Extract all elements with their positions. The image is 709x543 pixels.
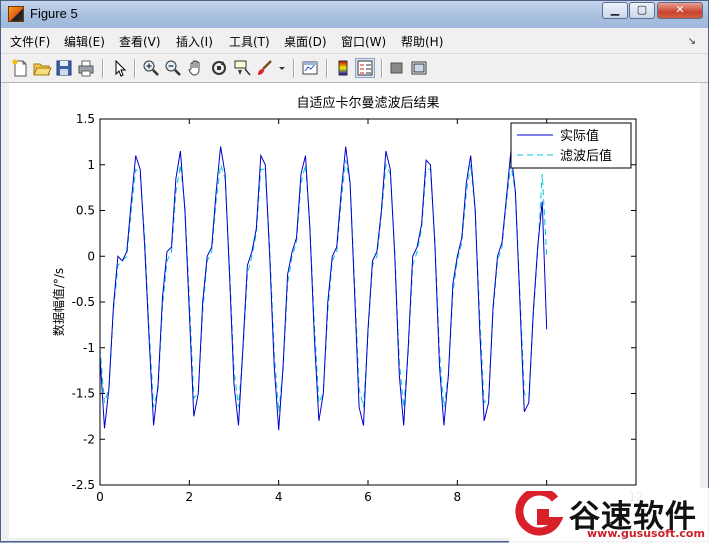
- legend-label-filtered: 滤波后值: [560, 148, 612, 164]
- data-cursor-icon[interactable]: [232, 58, 252, 78]
- save-icon[interactable]: [54, 58, 74, 78]
- y-tick-label: -2: [83, 432, 95, 446]
- y-tick-label: 0: [87, 249, 95, 263]
- plot-area: [100, 119, 636, 485]
- print-icon[interactable]: [76, 58, 96, 78]
- toolbar-separator: [102, 59, 104, 78]
- zoom-out-icon[interactable]: [163, 58, 183, 78]
- x-tick-label: 8: [454, 490, 462, 504]
- y-tick-label: 1.5: [76, 112, 95, 126]
- figure-canvas: 024681012 -2.5-2-1.5-1-0.500.511.5 自适应卡尔…: [9, 83, 700, 538]
- dock-arrow-icon[interactable]: ↘: [688, 36, 696, 47]
- toolbar-separator: [381, 59, 383, 78]
- watermark-logo: 谷速软件 www.gususoft.com: [509, 488, 709, 543]
- x-tick-label: 2: [186, 490, 194, 504]
- chevron-down-icon[interactable]: [277, 58, 287, 78]
- show-tools-icon[interactable]: [409, 58, 429, 78]
- y-tick-label: 1: [87, 158, 95, 172]
- maximize-button[interactable]: ▢: [629, 2, 655, 19]
- legend-label-actual: 实际值: [560, 128, 599, 144]
- menu-file[interactable]: 文件(F): [10, 33, 50, 50]
- x-tick-label: 4: [275, 490, 283, 504]
- folder-open-icon[interactable]: [32, 58, 52, 78]
- arrow-pointer-icon[interactable]: [109, 58, 129, 78]
- colorbar-icon[interactable]: [333, 58, 353, 78]
- figure-toolbar: [1, 53, 708, 83]
- rotate-3d-icon[interactable]: [209, 58, 229, 78]
- hide-tools-icon[interactable]: [387, 58, 407, 78]
- menu-edit[interactable]: 编辑(E): [64, 33, 105, 50]
- minimize-button[interactable]: ▁: [602, 2, 628, 19]
- title-bar[interactable]: Figure 5 ▁ ▢ ✕: [1, 1, 708, 28]
- y-tick-label: 0.5: [76, 204, 95, 218]
- zoom-in-icon[interactable]: [141, 58, 161, 78]
- chart-svg[interactable]: 024681012 -2.5-2-1.5-1-0.500.511.5 自适应卡尔…: [9, 83, 700, 538]
- y-tick-label: -0.5: [72, 295, 95, 309]
- watermark-url: www.gususoft.com: [587, 527, 705, 540]
- matlab-icon: [8, 6, 24, 22]
- figure-window: Figure 5 ▁ ▢ ✕ 文件(F) 编辑(E) 查看(V) 插入(I) 工…: [0, 0, 709, 543]
- y-tick-label: -2.5: [72, 478, 95, 492]
- toolbar-separator: [293, 59, 295, 78]
- gususoft-logo-icon: [515, 491, 563, 536]
- chart-title: 自适应卡尔曼滤波后结果: [296, 95, 439, 111]
- menu-view[interactable]: 查看(V): [119, 33, 161, 50]
- menu-tools[interactable]: 工具(T): [229, 33, 270, 50]
- window-title: Figure 5: [30, 6, 78, 21]
- menu-insert[interactable]: 插入(I): [176, 33, 213, 50]
- new-file-icon[interactable]: [10, 58, 30, 78]
- legend-box[interactable]: 实际值 滤波后值: [510, 122, 632, 169]
- menu-bar: 文件(F) 编辑(E) 查看(V) 插入(I) 工具(T) 桌面(D) 窗口(W…: [1, 28, 708, 53]
- close-button[interactable]: ✕: [657, 2, 703, 19]
- menu-window[interactable]: 窗口(W): [341, 33, 386, 50]
- toolbar-separator: [326, 59, 328, 78]
- y-axis-label: 数据幅值/°/s: [51, 268, 66, 336]
- link-plot-icon[interactable]: [300, 58, 320, 78]
- y-tick-label: -1: [83, 341, 95, 355]
- legend-icon[interactable]: [355, 58, 375, 78]
- x-tick-label: 6: [364, 490, 372, 504]
- toolbar-separator: [134, 59, 136, 78]
- hand-pan-icon[interactable]: [186, 58, 206, 78]
- x-tick-label: 0: [96, 490, 104, 504]
- brush-icon[interactable]: [255, 58, 275, 78]
- y-tick-label: -1.5: [72, 387, 95, 401]
- menu-help[interactable]: 帮助(H): [401, 33, 443, 50]
- menu-desktop[interactable]: 桌面(D): [284, 33, 327, 50]
